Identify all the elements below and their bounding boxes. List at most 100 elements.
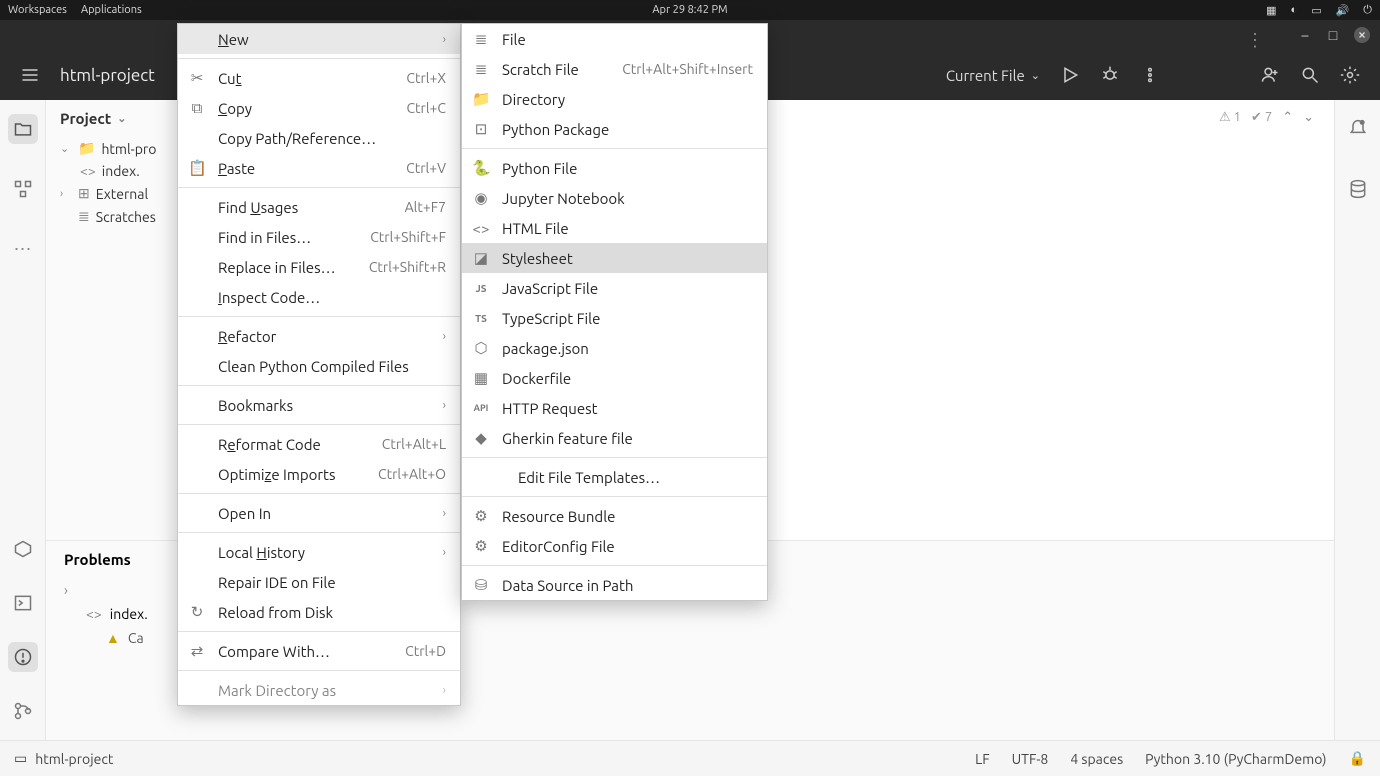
debug-button[interactable]: [1100, 65, 1120, 85]
tray-icon[interactable]: ▦: [1266, 4, 1276, 17]
os-datetime: Apr 29 8:42 PM: [652, 4, 727, 16]
problems-tool-icon[interactable]: [8, 642, 38, 672]
run-config-selector[interactable]: Current File ⌄: [946, 67, 1040, 84]
menu-replace-in-files[interactable]: Replace in Files…Ctrl+Shift+R: [178, 252, 460, 282]
structure-tool-icon[interactable]: [8, 174, 38, 204]
new-python-package[interactable]: ⊡Python Package: [462, 114, 767, 144]
new-gherkin[interactable]: ◆Gherkin feature file: [462, 423, 767, 453]
menu-new[interactable]: New›: [178, 24, 460, 54]
menu-bookmarks[interactable]: Bookmarks›: [178, 390, 460, 420]
editor-more-icon[interactable]: ⋮: [1246, 30, 1264, 51]
os-workspaces[interactable]: Workspaces: [8, 4, 67, 16]
menu-copy[interactable]: ⧉CopyCtrl+C: [178, 93, 460, 123]
os-applications[interactable]: Applications: [81, 4, 142, 16]
project-name[interactable]: html-project: [60, 66, 155, 85]
menu-local-history[interactable]: Local History›: [178, 537, 460, 567]
file-icon: ≣: [472, 30, 490, 48]
more-actions-icon[interactable]: [1140, 65, 1160, 85]
new-datasource-in-path[interactable]: ⛁Data Source in Path: [462, 570, 767, 600]
status-indent[interactable]: 4 spaces: [1070, 751, 1123, 767]
chevron-right-icon: ›: [443, 507, 446, 520]
css-icon: ◪: [472, 249, 490, 267]
node-icon: ⬡: [472, 339, 490, 357]
power-icon[interactable]: ⏻: [1363, 4, 1372, 17]
chevron-down-icon[interactable]: ⌄: [60, 142, 72, 155]
next-highlight-icon[interactable]: ⌄: [1303, 110, 1314, 125]
status-project-icon[interactable]: ▭: [14, 750, 27, 767]
new-typescript-file[interactable]: TSTypeScript File: [462, 303, 767, 333]
new-jupyter[interactable]: ◉Jupyter Notebook: [462, 183, 767, 213]
gherkin-icon: ◆: [472, 429, 490, 447]
menu-open-in[interactable]: Open In›: [178, 498, 460, 528]
volume-icon[interactable]: 🔊: [1336, 4, 1350, 17]
main-menu-icon[interactable]: [20, 65, 40, 85]
menu-reload-from-disk[interactable]: ↻Reload from Disk: [178, 597, 460, 627]
gear-icon: ⚙: [472, 537, 490, 555]
menu-compare-with[interactable]: ⇄Compare With…Ctrl+D: [178, 636, 460, 666]
ts-icon: TS: [472, 313, 490, 324]
minimize-button[interactable]: –: [1298, 28, 1312, 42]
new-resource-bundle[interactable]: ⚙Resource Bundle: [462, 501, 767, 531]
status-project[interactable]: html-project: [35, 751, 113, 767]
chevron-right-icon[interactable]: ›: [60, 188, 72, 200]
status-line-sep[interactable]: LF: [975, 751, 990, 767]
menu-cut[interactable]: ✂CutCtrl+X: [178, 63, 460, 93]
menu-find-usages[interactable]: Find UsagesAlt+F7: [178, 192, 460, 222]
new-python-file[interactable]: 🐍Python File: [462, 153, 767, 183]
close-button[interactable]: [1354, 27, 1370, 43]
menu-copy-path[interactable]: Copy Path/Reference…: [178, 123, 460, 153]
new-html-file[interactable]: <>HTML File: [462, 213, 767, 243]
library-icon: ⊞: [78, 185, 90, 202]
new-http-request[interactable]: APIHTTP Request: [462, 393, 767, 423]
vcs-tool-icon[interactable]: [8, 696, 38, 726]
new-file[interactable]: ≣File: [462, 24, 767, 54]
new-package-json[interactable]: ⬡package.json: [462, 333, 767, 363]
new-directory[interactable]: 📁Directory: [462, 84, 767, 114]
menu-reformat[interactable]: Reformat CodeCtrl+Alt+L: [178, 429, 460, 459]
maximize-button[interactable]: □: [1326, 28, 1340, 42]
status-lock-icon[interactable]: 🔒: [1349, 750, 1366, 767]
prev-highlight-icon[interactable]: ⌃: [1282, 110, 1293, 125]
new-editorconfig[interactable]: ⚙EditorConfig File: [462, 531, 767, 561]
settings-icon[interactable]: [1340, 65, 1360, 85]
tray-icon[interactable]: ▭: [1311, 4, 1321, 17]
menu-inspect-code[interactable]: Inspect Code…: [178, 282, 460, 312]
checks-badge[interactable]: ✔ 7: [1251, 110, 1272, 125]
api-icon: API: [472, 403, 490, 413]
menu-optimize-imports[interactable]: Optimize ImportsCtrl+Alt+O: [178, 459, 460, 489]
status-interpreter[interactable]: Python 3.10 (PyCharmDemo): [1145, 751, 1326, 767]
html-file-icon: <>: [80, 163, 96, 179]
new-stylesheet[interactable]: ◪Stylesheet: [462, 243, 767, 273]
chevron-right-icon: ›: [443, 546, 446, 559]
paste-icon: 📋: [188, 159, 206, 177]
status-encoding[interactable]: UTF-8: [1012, 751, 1049, 767]
new-dockerfile[interactable]: ▦Dockerfile: [462, 363, 767, 393]
edit-file-templates[interactable]: Edit File Templates…: [462, 462, 767, 492]
new-javascript-file[interactable]: JSJavaScript File: [462, 273, 767, 303]
notifications-icon[interactable]: [1343, 114, 1373, 144]
terminal-tool-icon[interactable]: [8, 588, 38, 618]
folder-icon: 📁: [472, 90, 490, 108]
project-tool-icon[interactable]: [8, 114, 38, 144]
menu-clean-pyc[interactable]: Clean Python Compiled Files: [178, 351, 460, 381]
search-icon[interactable]: [1300, 65, 1320, 85]
right-tool-strip: [1334, 100, 1380, 740]
chevron-right-icon: ›: [443, 33, 446, 46]
menu-repair-ide[interactable]: Repair IDE on File: [178, 567, 460, 597]
scratch-icon: ≣: [472, 60, 490, 78]
new-scratch-file[interactable]: ≣Scratch FileCtrl+Alt+Shift+Insert: [462, 54, 767, 84]
more-tools-icon[interactable]: ⋯: [8, 234, 38, 264]
menu-mark-directory[interactable]: Mark Directory as›: [178, 675, 460, 705]
run-button[interactable]: [1060, 65, 1080, 85]
menu-find-in-files[interactable]: Find in Files…Ctrl+Shift+F: [178, 222, 460, 252]
database-tool-icon[interactable]: [1343, 174, 1373, 204]
services-tool-icon[interactable]: [8, 534, 38, 564]
chevron-right-icon: ›: [443, 399, 446, 412]
menu-refactor[interactable]: Refactor›: [178, 321, 460, 351]
jupyter-icon: ◉: [472, 189, 490, 207]
warnings-badge[interactable]: ⚠ 1: [1219, 110, 1241, 125]
code-with-me-icon[interactable]: [1260, 65, 1280, 85]
menu-paste[interactable]: 📋PasteCtrl+V: [178, 153, 460, 183]
tray-icon[interactable]: ◐: [1291, 4, 1298, 16]
reload-icon: ↻: [188, 603, 206, 621]
